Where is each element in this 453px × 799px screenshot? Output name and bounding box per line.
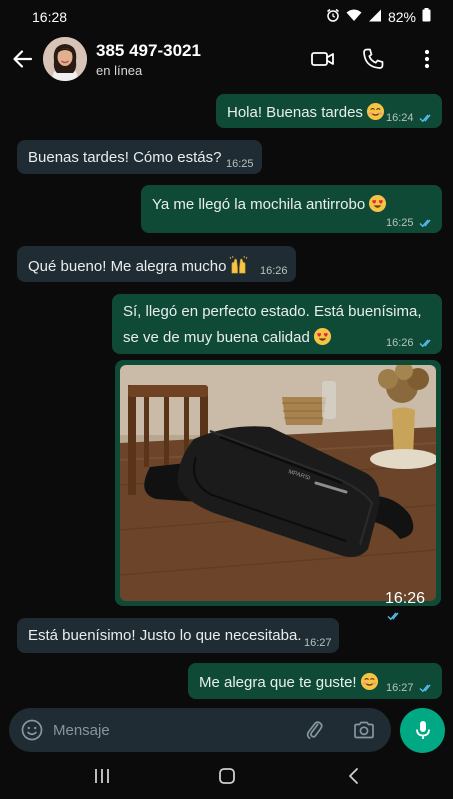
message-meta: 16:26: [386, 337, 433, 349]
read-ticks-icon: [418, 114, 431, 122]
message-time: 16:26: [385, 590, 426, 607]
message-text: Qué bueno! Me alegra mucho: [28, 256, 248, 275]
chat-area[interactable]: Hola! Buenas tardes 16:24 Buenas tardes!…: [0, 86, 453, 706]
message-meta: 16:25: [386, 217, 433, 229]
heart-eyes-emoji: [313, 327, 331, 346]
message-time: 16:27: [386, 682, 414, 694]
status-time: 16:28: [32, 9, 68, 25]
message-input[interactable]: Mensaje: [53, 722, 110, 739]
raising-hands-emoji: [230, 256, 248, 274]
message-meta: 16:27: [386, 682, 433, 694]
battery-icon: [422, 8, 431, 25]
message-text: Ya me llegó la mochila antirrobo: [152, 194, 387, 213]
message-bubble[interactable]: Buenas tardes! Cómo estás? 16:25: [17, 140, 262, 174]
smiling-face-emoji: [366, 102, 385, 121]
contact-status: en línea: [96, 63, 143, 78]
message-time: 16:26: [386, 337, 414, 349]
system-nav-bar: [0, 752, 453, 799]
message-bubble[interactable]: Sí, llegó en perfecto estado. Está buení…: [112, 294, 442, 354]
signal-icon: [368, 9, 382, 25]
emoji-icon[interactable]: [20, 718, 44, 747]
read-ticks-icon: [418, 684, 431, 692]
message-photo[interactable]: MPARSI: [120, 365, 436, 601]
recent-apps-icon[interactable]: [92, 766, 112, 786]
video-call-icon[interactable]: [310, 46, 336, 72]
alarm-icon: [326, 8, 340, 25]
image-message[interactable]: MPARSI 16:26: [115, 360, 441, 620]
message-bubble[interactable]: Está buenísimo! Justo lo que necesitaba.…: [17, 618, 339, 653]
message-time: 16:26: [260, 265, 288, 277]
back-icon[interactable]: [344, 766, 364, 786]
message-meta: 16:26: [385, 590, 441, 626]
message-text: Me alegra que te guste!: [199, 672, 379, 691]
mic-button[interactable]: [400, 708, 445, 753]
home-icon[interactable]: [217, 766, 237, 786]
message-composer[interactable]: Mensaje: [9, 708, 391, 752]
battery-percent: 82%: [387, 8, 416, 25]
more-options-icon[interactable]: [414, 46, 440, 72]
message-time: 16:27: [304, 637, 332, 649]
camera-icon[interactable]: [352, 718, 376, 747]
phone-icon[interactable]: [360, 46, 386, 72]
message-text-line: se ve de muy buena calidad: [123, 327, 332, 346]
avatar[interactable]: [43, 37, 87, 81]
status-bar: 16:28 82%: [0, 0, 453, 34]
read-ticks-icon: [418, 219, 431, 227]
read-ticks-icon: [387, 612, 399, 620]
wifi-icon: [346, 9, 362, 25]
message-text-line: Sí, llegó en perfecto estado. Está buení…: [123, 303, 422, 320]
message-meta: 16:24: [386, 112, 433, 124]
message-text: Hola! Buenas tardes: [227, 102, 385, 121]
smiling-face-emoji: [359, 672, 379, 691]
message-time: 16:24: [386, 112, 414, 124]
heart-eyes-emoji: [369, 194, 387, 213]
message-time: 16:25: [386, 217, 414, 229]
message-bubble[interactable]: Me alegra que te guste! 16:27: [188, 663, 442, 699]
read-ticks-icon: [418, 339, 431, 347]
message-bubble[interactable]: Hola! Buenas tardes 16:24: [216, 94, 442, 128]
message-time: 16:25: [226, 158, 254, 170]
mic-icon: [411, 718, 435, 747]
message-text: Está buenísimo! Justo lo que necesitaba.: [28, 627, 302, 644]
attach-icon[interactable]: [302, 718, 326, 747]
back-arrow-icon[interactable]: [10, 46, 36, 72]
message-text: Buenas tardes! Cómo estás?: [28, 149, 222, 166]
status-icons: 82%: [326, 8, 431, 25]
message-bubble[interactable]: Qué bueno! Me alegra mucho 16:26: [17, 246, 296, 282]
message-bubble[interactable]: Ya me llegó la mochila antirrobo 16:25: [141, 185, 442, 233]
contact-name[interactable]: 385 497-3021: [96, 41, 201, 61]
chat-header: 385 497-3021 en línea: [0, 34, 453, 86]
